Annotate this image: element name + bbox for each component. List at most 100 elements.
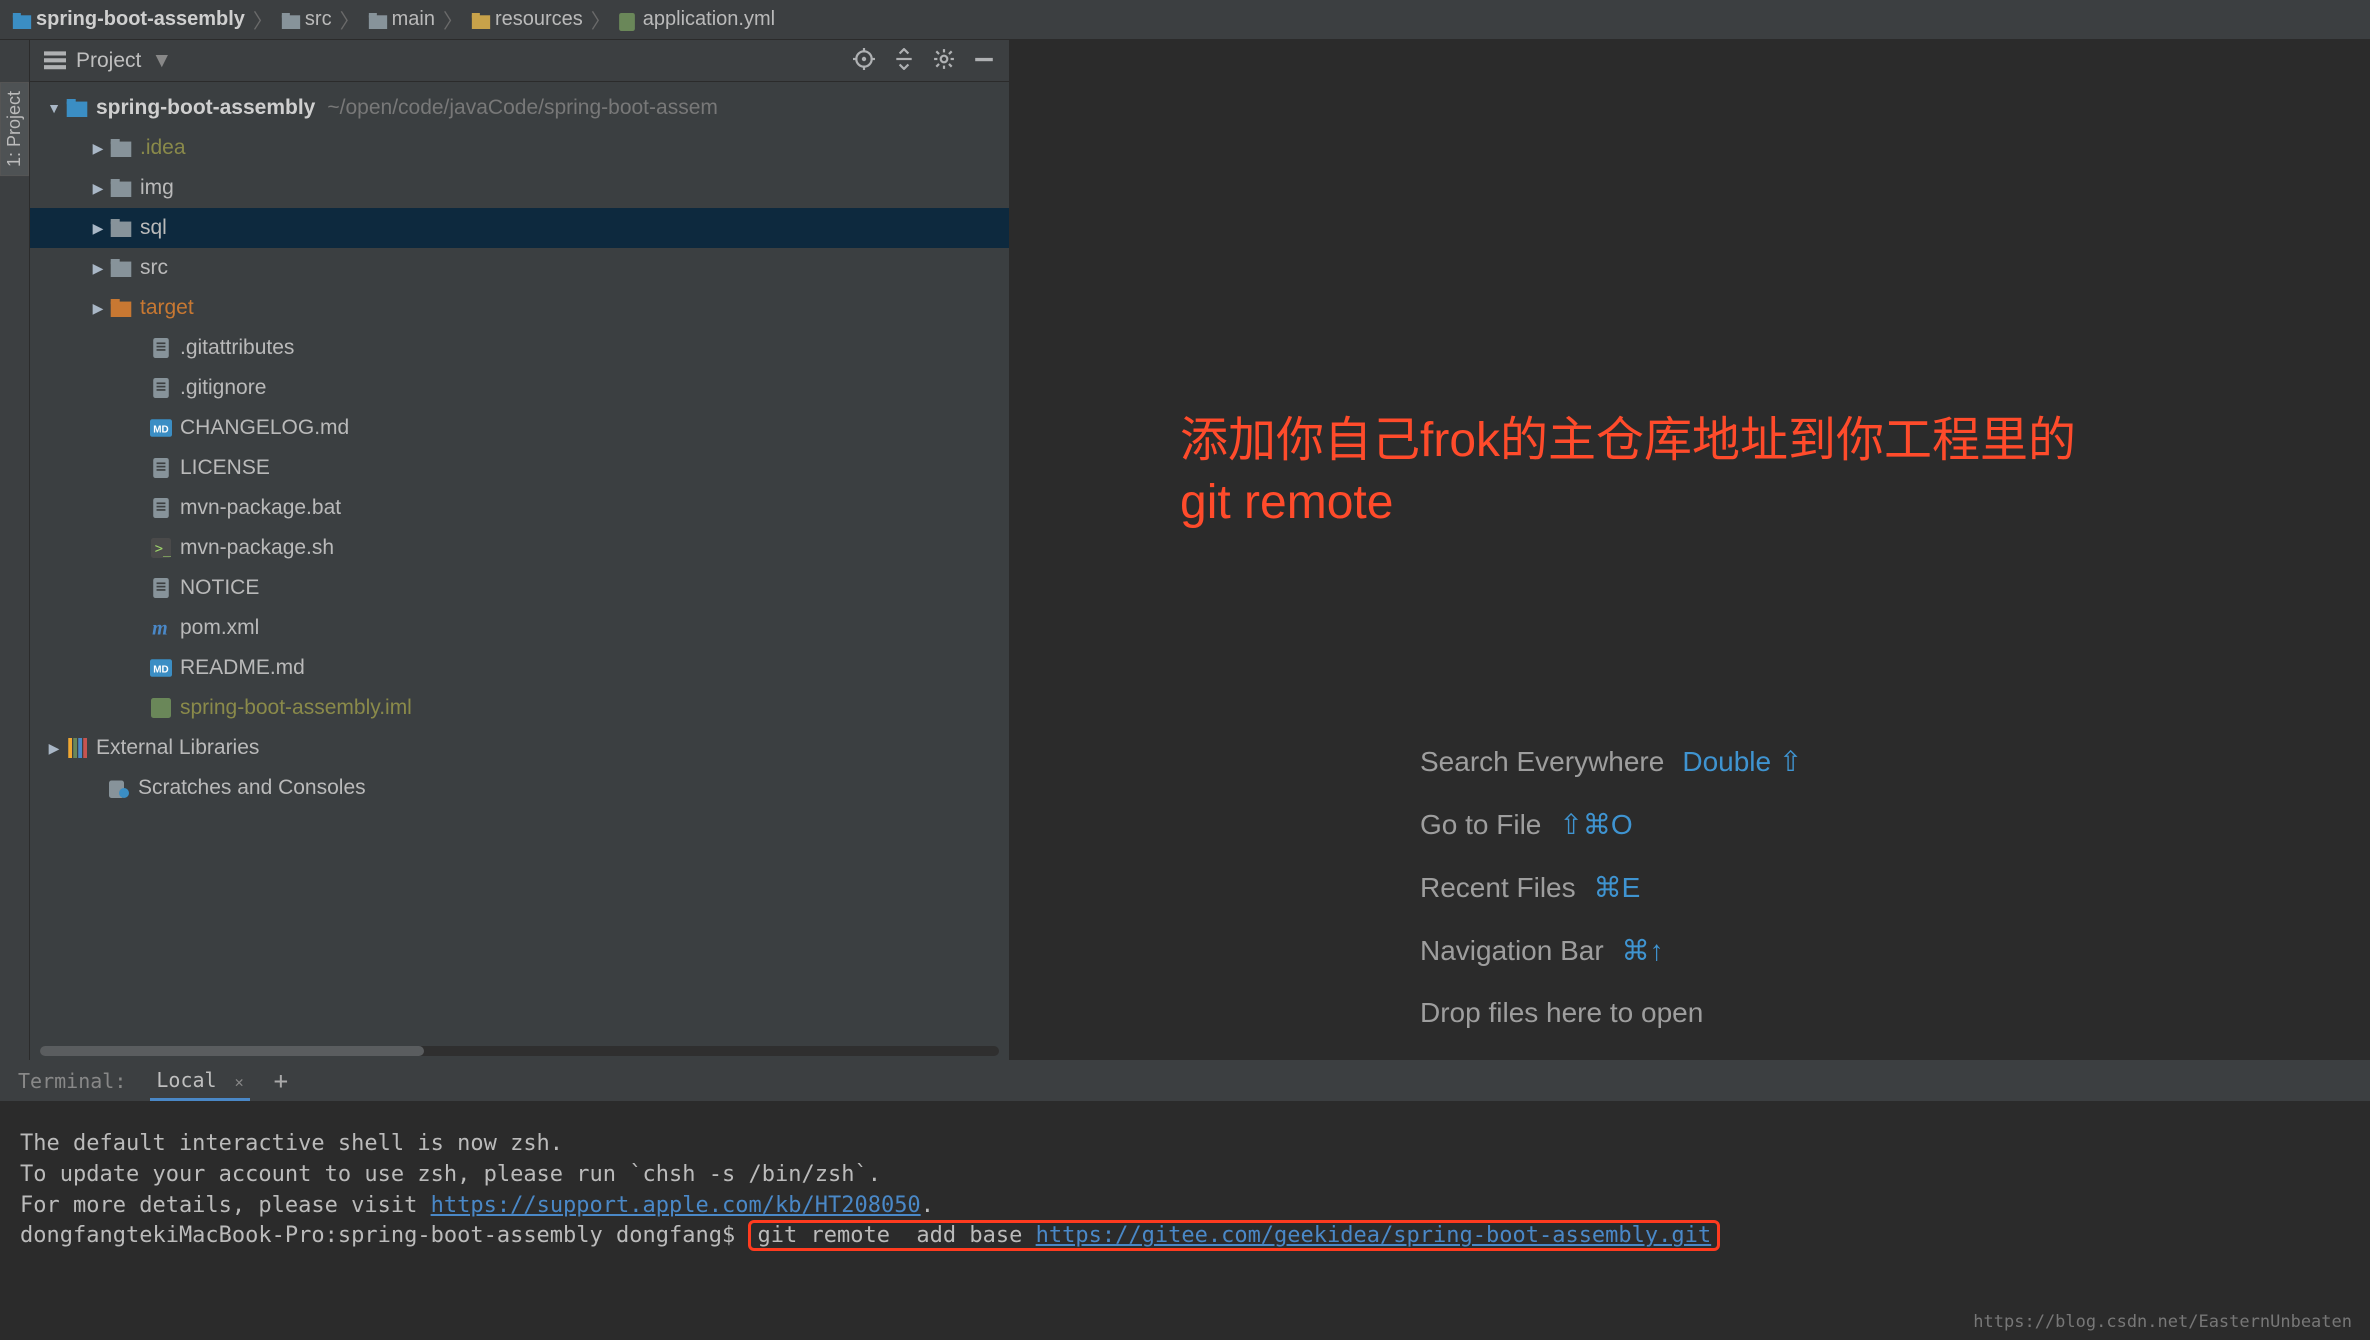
tree-row[interactable]: .gitattributes	[30, 328, 1009, 368]
tree-row[interactable]: Scratches and Consoles	[30, 768, 1009, 808]
tree-arrow-icon[interactable]	[88, 209, 108, 247]
breadcrumb-item[interactable]: spring-boot-assembly	[12, 8, 245, 31]
tree-label: spring-boot-assembly.iml	[180, 689, 412, 727]
collapse-all-icon[interactable]	[893, 48, 915, 73]
tree-label: LICENSE	[180, 449, 270, 487]
tree-row[interactable]: .gitignore	[30, 368, 1009, 408]
tree-row[interactable]: sql	[30, 208, 1009, 248]
horizontal-scrollbar[interactable]	[40, 1046, 999, 1056]
welcome-tips: Search Everywhere Double ⇧ Go to File ⇧⌘…	[1420, 745, 1802, 1059]
project-tool-tab[interactable]: 1: Project	[0, 82, 29, 176]
terminal-line: To update your account to use zsh, pleas…	[20, 1162, 881, 1187]
project-tree[interactable]: spring-boot-assembly ~/open/code/javaCode…	[30, 82, 1009, 1060]
svg-text:MD: MD	[153, 424, 168, 435]
breadcrumb-sep-icon: 〉	[591, 5, 611, 34]
terminal-link[interactable]: https://gitee.com/geekidea/spring-boot-a…	[1036, 1223, 1712, 1248]
sh-icon: >_	[148, 538, 174, 558]
tree-arrow-icon[interactable]	[88, 169, 108, 207]
watermark: https://blog.csdn.net/EasternUnbeaten	[1973, 1312, 2352, 1332]
tree-label: spring-boot-assembly	[96, 89, 315, 127]
breadcrumb-sep-icon: 〉	[340, 5, 360, 34]
tree-label: CHANGELOG.md	[180, 409, 349, 447]
tool-window-stripe-left: 1: Project	[0, 40, 30, 1060]
tree-row[interactable]: >_mvn-package.sh	[30, 528, 1009, 568]
project-panel-header: Project ▼	[30, 40, 1009, 82]
file-icon	[148, 498, 174, 518]
tree-row[interactable]: NOTICE	[30, 568, 1009, 608]
folder-icon	[281, 13, 299, 27]
terminal-tab-label: Local	[156, 1068, 216, 1092]
hide-icon[interactable]	[973, 48, 995, 73]
breadcrumb-item[interactable]: main	[368, 8, 435, 31]
tree-label: src	[140, 249, 168, 287]
scrollbar-thumb[interactable]	[40, 1046, 424, 1056]
breadcrumb-label: main	[392, 8, 435, 31]
terminal-link[interactable]: https://support.apple.com/kb/HT208050	[431, 1193, 921, 1218]
scratch-icon	[106, 778, 132, 798]
breadcrumb-label: spring-boot-assembly	[36, 8, 245, 31]
tree-row[interactable]: img	[30, 168, 1009, 208]
close-icon[interactable]: ✕	[235, 1073, 244, 1091]
md-icon: MD	[148, 659, 174, 677]
highlighted-command: git remote add base https://gitee.com/ge…	[748, 1220, 1720, 1251]
tree-arrow-icon[interactable]	[44, 89, 64, 127]
tree-row[interactable]: MDREADME.md	[30, 648, 1009, 688]
file-icon	[148, 338, 174, 358]
project-panel-title[interactable]: Project	[76, 49, 141, 73]
tree-extra: ~/open/code/javaCode/spring-boot-assem	[327, 89, 718, 127]
tree-arrow-icon[interactable]	[88, 249, 108, 287]
svg-text:MD: MD	[153, 664, 168, 675]
tip-label: Drop files here to open	[1420, 997, 1703, 1029]
file-icon	[148, 578, 174, 598]
tree-label: pom.xml	[180, 609, 259, 647]
folder-resources-icon	[471, 13, 489, 27]
terminal-line-prefix: For more details, please visit	[20, 1193, 431, 1218]
breadcrumb-label: src	[305, 8, 332, 31]
terminal-tab-local[interactable]: Local ✕	[150, 1062, 249, 1101]
breadcrumb-item[interactable]: src	[281, 8, 332, 31]
folder-icon	[108, 259, 134, 277]
tree-label: Scratches and Consoles	[138, 769, 366, 807]
tree-row[interactable]: src	[30, 248, 1009, 288]
tree-row[interactable]: target	[30, 288, 1009, 328]
tree-label: NOTICE	[180, 569, 259, 607]
tree-row[interactable]: External Libraries	[30, 728, 1009, 768]
breadcrumb-item[interactable]: application.yml	[619, 8, 775, 31]
libs-icon	[64, 738, 90, 758]
folder-icon	[108, 219, 134, 237]
tree-row[interactable]: spring-boot-assembly.iml	[30, 688, 1009, 728]
tip-label: Go to File	[1420, 809, 1541, 841]
tip-key: Double ⇧	[1682, 745, 1802, 778]
tree-row[interactable]: .idea	[30, 128, 1009, 168]
tip-navigation-bar: Navigation Bar ⌘↑	[1420, 934, 1802, 967]
tree-row[interactable]: LICENSE	[30, 448, 1009, 488]
project-panel: Project ▼ spring-boot-assembly~/open/c	[30, 40, 1010, 1060]
svg-text:m: m	[152, 618, 168, 638]
iml-icon	[148, 698, 174, 718]
tree-label: img	[140, 169, 174, 207]
breadcrumb-sep-icon: 〉	[253, 5, 273, 34]
tree-row[interactable]: mvn-package.bat	[30, 488, 1009, 528]
folder-icon	[108, 139, 134, 157]
tree-row[interactable]: m pom.xml	[30, 608, 1009, 648]
settings-icon[interactable]	[933, 48, 955, 73]
new-terminal-icon[interactable]: +	[274, 1067, 288, 1095]
annotation-overlay: 添加你自己frok的主仓库地址到你工程里的 git remote	[1180, 410, 2076, 535]
annotation-line2: git remote	[1180, 472, 2076, 534]
breadcrumb-item[interactable]: resources	[471, 8, 583, 31]
dropdown-icon[interactable]: ▼	[151, 49, 172, 73]
tree-row[interactable]: MD CHANGELOG.md	[30, 408, 1009, 448]
tree-row[interactable]: spring-boot-assembly ~/open/code/javaCode…	[30, 88, 1009, 128]
terminal-body[interactable]: The default interactive shell is now zsh…	[0, 1101, 2370, 1340]
tip-search-everywhere: Search Everywhere Double ⇧	[1420, 745, 1802, 778]
project-view-icon	[44, 50, 66, 72]
terminal-title: Terminal:	[18, 1069, 126, 1093]
tree-arrow-icon[interactable]	[88, 289, 108, 327]
tree-label: target	[140, 289, 194, 327]
terminal-line: The default interactive shell is now zsh…	[20, 1131, 563, 1156]
tip-key: ⌘↑	[1622, 934, 1664, 967]
svg-text:>_: >_	[155, 541, 171, 557]
tree-arrow-icon[interactable]	[88, 129, 108, 167]
locate-icon[interactable]	[853, 48, 875, 73]
tree-arrow-icon[interactable]	[44, 729, 64, 767]
